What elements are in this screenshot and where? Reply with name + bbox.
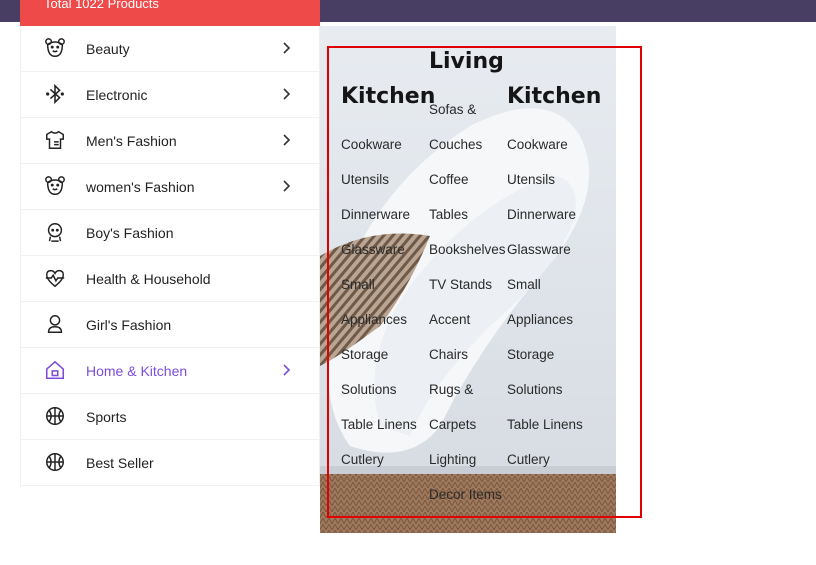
sidebar-item-label: Health & Household bbox=[86, 270, 211, 287]
basketball-icon bbox=[43, 404, 67, 428]
sidebar-item-beauty[interactable]: Beauty bbox=[21, 26, 319, 72]
sidebar-item-label: Boy's Fashion bbox=[86, 224, 174, 241]
sidebar-item-label: Girl's Fashion bbox=[86, 316, 172, 333]
chevron-right-icon bbox=[283, 180, 291, 192]
sidebar-item-electronic[interactable]: Electronic bbox=[21, 72, 319, 118]
sidebar-item-girls-fashion[interactable]: Girl's Fashion bbox=[21, 302, 319, 348]
total-products-label: Total 1022 Products bbox=[44, 0, 159, 11]
chevron-right-icon bbox=[283, 88, 291, 100]
heart-pulse-icon bbox=[43, 266, 67, 290]
highlight-outline bbox=[327, 46, 642, 518]
category-sidebar: Beauty Electronic Men's Fashion women's … bbox=[20, 26, 320, 486]
chevron-right-icon bbox=[283, 134, 291, 146]
sidebar-item-health-household[interactable]: Health & Household bbox=[21, 256, 319, 302]
sidebar-item-label: Electronic bbox=[86, 86, 148, 103]
bear-face-icon bbox=[43, 174, 67, 198]
child-face-icon bbox=[43, 220, 67, 244]
sidebar-item-label: Sports bbox=[86, 408, 127, 425]
sidebar-item-home-kitchen[interactable]: Home & Kitchen bbox=[21, 348, 319, 394]
basketball-icon bbox=[43, 450, 67, 474]
total-products-banner: Total 1022 Products bbox=[20, 0, 320, 26]
bear-face-icon bbox=[43, 36, 67, 60]
sidebar-item-boys-fashion[interactable]: Boy's Fashion bbox=[21, 210, 319, 256]
sidebar-item-label: Beauty bbox=[86, 40, 130, 57]
home-icon bbox=[43, 358, 67, 382]
sidebar-item-label: women's Fashion bbox=[86, 178, 195, 195]
sidebar-item-sports[interactable]: Sports bbox=[21, 394, 319, 440]
sidebar-item-mens-fashion[interactable]: Men's Fashion bbox=[21, 118, 319, 164]
sidebar-item-label: Men's Fashion bbox=[86, 132, 177, 149]
sidebar-item-label: Best Seller bbox=[86, 454, 154, 471]
sidebar-item-label: Home & Kitchen bbox=[86, 362, 188, 379]
chevron-right-icon bbox=[283, 42, 291, 54]
sidebar-item-womens-fashion[interactable]: women's Fashion bbox=[21, 164, 319, 210]
tshirt-icon bbox=[43, 128, 67, 152]
bluetooth-icon bbox=[43, 82, 67, 106]
chevron-right-icon bbox=[283, 364, 291, 376]
sidebar-item-best-seller[interactable]: Best Seller bbox=[21, 440, 319, 486]
person-icon bbox=[43, 312, 67, 336]
